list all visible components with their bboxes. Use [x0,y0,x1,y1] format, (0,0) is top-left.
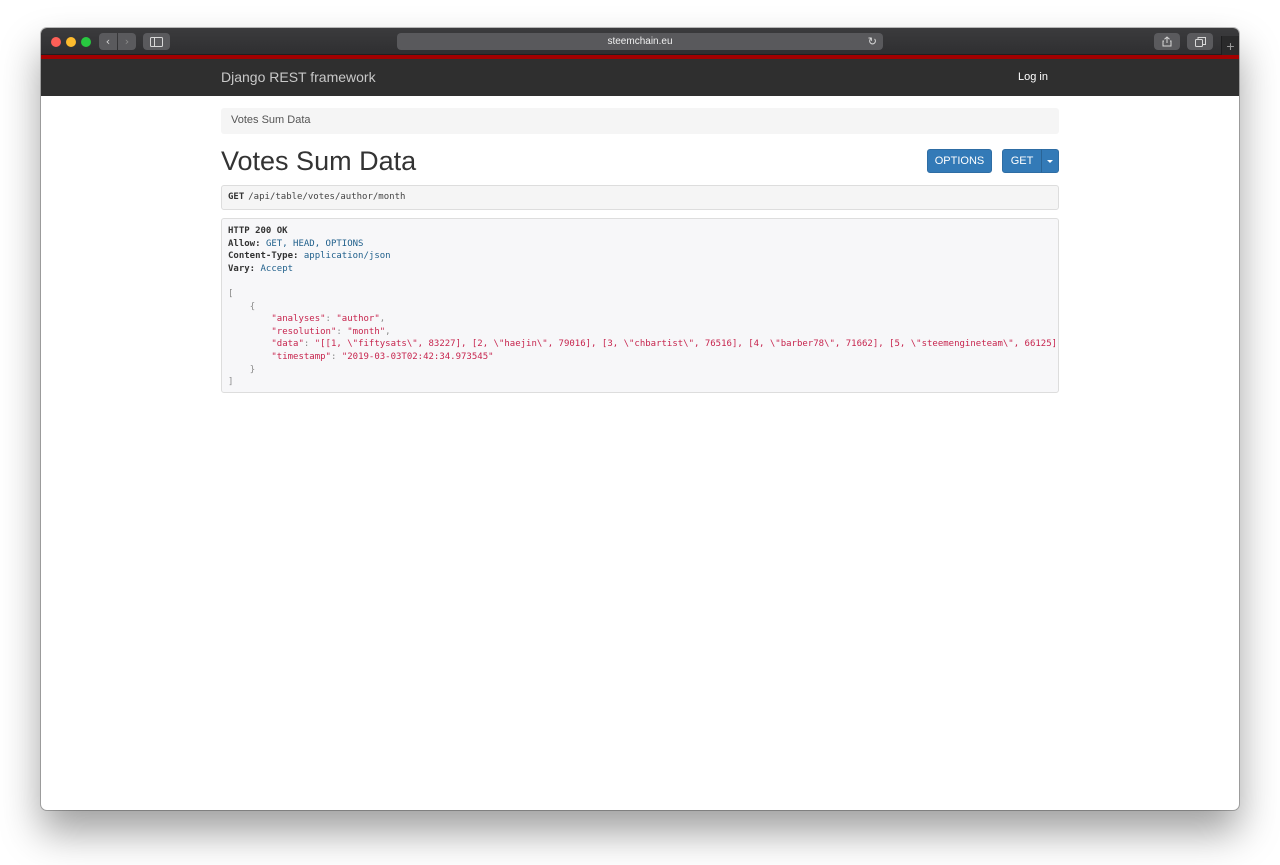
reload-icon[interactable]: ↻ [868,35,877,48]
address-bar[interactable]: steemchain.eu ↻ [397,33,883,50]
get-button[interactable]: GET [1002,149,1042,173]
share-icon [1162,36,1172,47]
response-header: Vary: Accept [228,263,294,274]
json-close-brace: } [249,364,256,375]
browser-toolbar: ‹ › steemchain.eu ↻ + [41,28,1239,55]
sidebar-icon [150,36,163,47]
response-header: Content-Type: application/json [228,251,391,262]
forward-button[interactable]: › [118,33,136,50]
caret-down-icon [1047,159,1053,163]
show-tabs-button[interactable] [1187,33,1213,50]
json-line: "analyses": "author", [271,314,386,325]
json-line: "resolution": "month", [271,326,391,337]
drf-navbar: Django REST framework Log in [41,55,1239,96]
json-close-bracket: ] [228,377,234,388]
response-info: HTTP 200 OK Allow: GET, HEAD, OPTIONS Cont… [221,218,1059,393]
close-window-button[interactable] [51,37,61,47]
sidebar-toggle-button[interactable] [143,33,170,50]
response-header: Allow: GET, HEAD, OPTIONS [228,238,364,249]
minimize-window-button[interactable] [66,37,76,47]
breadcrumb: Votes Sum Data [221,108,1059,134]
page-title: Votes Sum Data [221,146,417,176]
navbar-brand[interactable]: Django REST framework [221,69,376,85]
address-url: steemchain.eu [607,36,673,47]
response-status: HTTP 200 OK [228,226,288,236]
back-button[interactable]: ‹ [99,33,117,50]
breadcrumb-item[interactable]: Votes Sum Data [231,114,311,126]
new-tab-button[interactable]: + [1221,36,1239,55]
json-line: "timestamp": "2019-03-03T02:42:34.973545… [271,351,494,362]
json-open-bracket: [ [228,288,234,299]
options-button[interactable]: OPTIONS [927,149,992,173]
tabs-icon [1194,36,1206,47]
request-info: GET/api/table/votes/author/month [221,185,1059,210]
json-open-brace: { [249,301,256,312]
share-button[interactable] [1154,33,1180,50]
browser-window: ‹ › steemchain.eu ↻ + Django REST framew… [41,28,1239,810]
request-method: GET [228,192,245,202]
get-format-dropdown-button[interactable] [1041,149,1059,173]
login-link[interactable]: Log in [1018,71,1048,83]
request-path: /api/table/votes/author/month [248,192,406,202]
chevron-right-icon: › [124,35,130,48]
chevron-left-icon: ‹ [105,35,111,48]
plus-icon: + [1226,37,1235,54]
maximize-window-button[interactable] [81,37,91,47]
json-line: "data": "[[1, \"fiftysats\", 83227], [2,… [271,339,1059,350]
